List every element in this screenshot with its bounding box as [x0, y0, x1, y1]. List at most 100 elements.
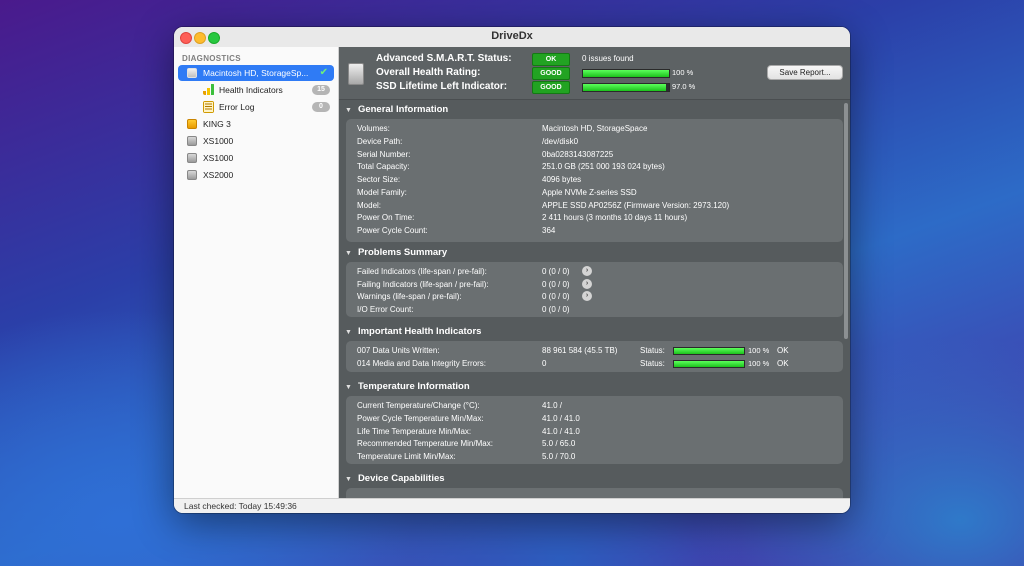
info-label: Power On Time:: [357, 213, 415, 222]
problem-value: 0 (0 / 0): [542, 305, 570, 314]
health-rating-bar: [582, 69, 670, 78]
ssd-lifetime-badge: GOOD: [532, 81, 570, 94]
disclosure-triangle-icon: ▼: [345, 476, 352, 483]
details-arrow-icon[interactable]: ›: [582, 279, 592, 289]
sidebar-item-label: Macintosh HD, StorageSp...: [203, 68, 309, 78]
section-important-health-indicators[interactable]: ▼ Important Health Indicators: [345, 326, 481, 337]
health-rating-percent: 100 %: [672, 68, 694, 77]
scrollbar-thumb[interactable]: [844, 103, 848, 339]
details-arrow-icon[interactable]: ›: [582, 266, 592, 276]
health-rating-fill: [583, 70, 669, 77]
info-label: Sector Size:: [357, 175, 401, 184]
temperature-value: 5.0 / 70.0: [542, 452, 576, 461]
section-problems-summary[interactable]: ▼ Problems Summary: [345, 247, 447, 258]
ssd-lifetime-fill: [583, 84, 667, 91]
window-title: DriveDx: [491, 30, 533, 42]
sidebar-heading: DIAGNOSTICS: [182, 54, 241, 63]
temperature-value: 41.0 / 41.0: [542, 414, 580, 423]
sidebar-item-macintosh-hd[interactable]: Macintosh HD, StorageSp... ✔: [178, 65, 334, 81]
info-label: Power Cycle Count:: [357, 226, 428, 235]
sidebar-item-label: XS1000: [203, 153, 234, 163]
sidebar-item-xs1000[interactable]: XS1000: [178, 133, 334, 149]
info-label: Total Capacity:: [357, 162, 410, 171]
problem-value: 0 (0 / 0): [542, 267, 570, 276]
ssd-lifetime-label: SSD Lifetime Left Indicator:: [376, 81, 508, 92]
indicator-bar-fill: [674, 348, 744, 354]
usb-drive-icon: [187, 119, 197, 129]
temperature-label: Recommended Temperature Min/Max:: [357, 439, 493, 448]
info-value: APPLE SSD AP0256Z (Firmware Version: 297…: [542, 201, 730, 210]
save-report-button[interactable]: Save Report...: [767, 65, 843, 80]
problem-value: 0 (0 / 0): [542, 292, 570, 301]
disk-icon: [187, 153, 197, 163]
section-title: Important Health Indicators: [357, 326, 482, 337]
info-label: Device Path:: [357, 137, 403, 146]
section-device-capabilities[interactable]: ▼ Device Capabilities: [345, 473, 445, 484]
sidebar-item-king-3[interactable]: KING 3: [178, 116, 334, 132]
indicator-bar-fill: [674, 361, 744, 367]
disclosure-triangle-icon: ▼: [345, 329, 352, 336]
indicator-label: 014 Media and Data Integrity Errors:: [357, 359, 486, 368]
info-label: Volumes:: [357, 124, 390, 133]
details-arrow-icon[interactable]: ›: [582, 291, 592, 301]
problem-label: Warnings (life-span / pre-fail):: [357, 292, 462, 301]
info-value: Macintosh HD, StorageSpace: [542, 124, 648, 133]
section-title: Device Capabilities: [357, 473, 445, 484]
info-label: Model:: [357, 201, 382, 210]
indicator-label: 007 Data Units Written:: [357, 346, 440, 355]
indicator-bar: [673, 347, 745, 355]
health-summary: Advanced S.M.A.R.T. Status: OK 0 issues …: [339, 47, 850, 100]
info-value: 2 411 hours (3 months 10 days 11 hours): [542, 213, 688, 222]
indicator-state: OK: [777, 359, 789, 368]
sidebar-item-error-log[interactable]: Error Log 0: [178, 99, 334, 115]
ssd-lifetime-bar: [582, 83, 670, 92]
main-panel: Advanced S.M.A.R.T. Status: OK 0 issues …: [339, 47, 850, 498]
temperature-label: Temperature Limit Min/Max:: [357, 452, 456, 461]
problem-value: 0 (0 / 0): [542, 280, 570, 289]
indicator-state: OK: [777, 346, 789, 355]
sidebar-item-xs2000[interactable]: XS2000: [178, 167, 334, 183]
temperature-label: Power Cycle Temperature Min/Max:: [357, 414, 484, 423]
log-icon: [203, 101, 214, 113]
disclosure-triangle-icon: ▼: [345, 107, 352, 114]
disclosure-triangle-icon: ▼: [345, 250, 352, 257]
info-value: 364: [542, 226, 556, 235]
temperature-value: 41.0 / 41.0: [542, 427, 580, 436]
section-title: Problems Summary: [357, 247, 448, 258]
indicator-value: 0: [542, 359, 547, 368]
sidebar-item-label: XS1000: [203, 136, 234, 146]
info-value: 0ba0283143087225: [542, 150, 614, 159]
ssd-lifetime-percent: 97.0 %: [672, 82, 696, 91]
count-badge: 15: [312, 85, 330, 95]
checkmark-icon: ✔: [319, 67, 328, 78]
health-rating-badge: GOOD: [532, 67, 570, 80]
problem-label: I/O Error Count:: [357, 305, 414, 314]
indicator-status-label: Status:: [640, 359, 665, 368]
sidebar-item-xs1000-2[interactable]: XS1000: [178, 150, 334, 166]
section-temperature-information[interactable]: ▼ Temperature Information: [345, 381, 470, 392]
vertical-scrollbar[interactable]: [843, 99, 849, 498]
indicator-percent: 100 %: [748, 346, 770, 355]
disk-icon: [187, 68, 197, 78]
section-title: General Information: [357, 104, 449, 115]
sidebar-item-label: KING 3: [203, 119, 231, 129]
title-bar: DriveDx: [174, 27, 850, 48]
smart-status-badge: OK: [532, 53, 570, 66]
problems-summary-panel: Failed Indicators (life-span / pre-fail)…: [346, 262, 843, 317]
drive-icon: [348, 63, 364, 85]
info-label: Serial Number:: [357, 150, 411, 159]
info-value: 4096 bytes: [542, 175, 582, 184]
smart-status-label: Advanced S.M.A.R.T. Status:: [376, 53, 512, 64]
device-capabilities-panel: [346, 488, 843, 498]
general-information-panel: Volumes: Macintosh HD, StorageSpace Devi…: [346, 119, 843, 242]
health-indicators-panel: 007 Data Units Written: 88 961 584 (45.5…: [346, 341, 843, 372]
sidebar-item-health-indicators[interactable]: Health Indicators 15: [178, 82, 334, 98]
indicator-status-label: Status:: [640, 346, 665, 355]
status-bar: Last checked: Today 15:49:36: [174, 498, 850, 513]
section-general-information[interactable]: ▼ General Information: [345, 104, 448, 115]
temperature-label: Current Temperature/Change (°C):: [357, 401, 480, 410]
info-label: Model Family:: [357, 188, 407, 197]
drivedx-window: DriveDx DIAGNOSTICS Macintosh HD, Storag…: [174, 27, 850, 513]
temperature-panel: Current Temperature/Change (°C): 41.0 / …: [346, 396, 843, 464]
problem-label: Failing Indicators (life-span / pre-fail…: [357, 280, 489, 289]
